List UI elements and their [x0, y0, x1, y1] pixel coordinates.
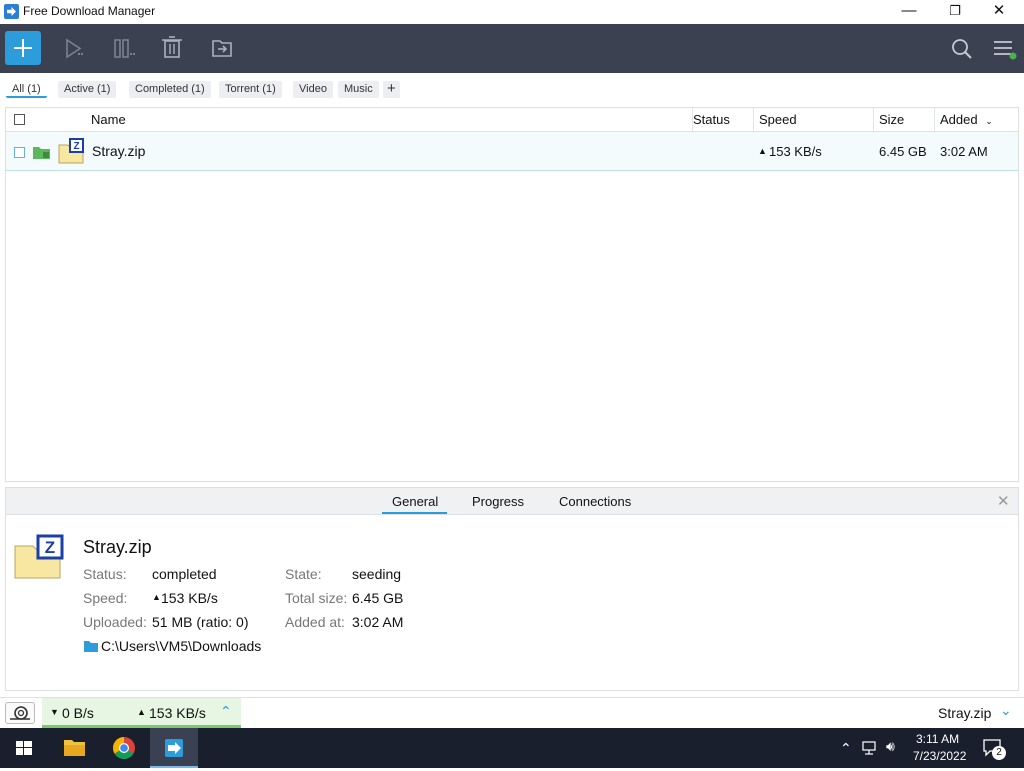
- close-button[interactable]: ✕: [976, 0, 1022, 24]
- window-title: Free Download Manager: [23, 4, 156, 18]
- current-file-name[interactable]: Stray.zip: [938, 705, 991, 721]
- taskbar-file-explorer[interactable]: [50, 728, 98, 768]
- chrome-icon: [113, 737, 135, 759]
- tab-completed[interactable]: Completed (1): [129, 81, 211, 98]
- volume-icon[interactable]: 🔊︎: [886, 738, 895, 755]
- restore-button[interactable]: ❐: [932, 0, 978, 24]
- close-details-icon[interactable]: ✕: [997, 492, 1010, 510]
- details-panel: General Progress Connections ✕ Z Stray.z…: [5, 487, 1019, 691]
- added-at-label: Added at:: [285, 614, 345, 630]
- row-name: Stray.zip: [92, 143, 146, 159]
- tab-progress[interactable]: Progress: [472, 494, 524, 509]
- upload-arrow-icon: ▲: [758, 146, 767, 156]
- search-button[interactable]: [940, 24, 984, 73]
- windows-logo-icon: [16, 741, 32, 755]
- column-speed[interactable]: Speed: [754, 108, 874, 131]
- snail-icon: [10, 706, 30, 720]
- download-path-link[interactable]: C:\Users\VM5\Downloads: [101, 638, 261, 654]
- notification-count-badge: 2: [992, 746, 1006, 760]
- added-at-value: 3:02 AM: [352, 614, 404, 630]
- zip-file-icon: Z: [58, 138, 84, 164]
- svg-text:Z: Z: [45, 538, 55, 557]
- tray-overflow-chevron-icon[interactable]: ⌃: [840, 740, 852, 757]
- tab-active[interactable]: Active (1): [58, 81, 117, 98]
- speed-label: Speed:: [83, 590, 128, 606]
- hamburger-menu-icon: [994, 41, 1017, 60]
- tab-music[interactable]: Music: [338, 81, 379, 98]
- pause-button[interactable]: [102, 24, 146, 73]
- uploaded-label: Uploaded:: [83, 614, 147, 630]
- play-icon: [66, 38, 83, 59]
- details-tabs: General Progress Connections ✕: [6, 488, 1018, 515]
- start-button[interactable]: [0, 728, 48, 768]
- tab-connections[interactable]: Connections: [559, 494, 631, 509]
- column-added[interactable]: Added ⌄: [935, 108, 1018, 131]
- zip-file-large-icon: Z: [14, 534, 64, 579]
- download-speed: 0 B/s: [62, 705, 94, 721]
- trash-icon: [162, 36, 182, 58]
- uploaded-value: 51 MB (ratio: 0): [152, 614, 249, 630]
- state-label: State:: [285, 566, 322, 582]
- filter-tabs: All (1) Active (1) Completed (1) Torrent…: [0, 73, 1024, 107]
- add-download-button[interactable]: [5, 31, 41, 65]
- title-bar: Free Download Manager — ❐ ✕: [0, 0, 1024, 24]
- column-added-label: Added: [940, 112, 978, 127]
- clock-time[interactable]: 3:11 AM: [916, 732, 959, 746]
- upload-speed-arrow-icon: ▲: [137, 707, 146, 717]
- status-bar: ▼ 0 B/s ▲ 153 KB/s ⌃ Stray.zip ⌄: [0, 697, 1024, 728]
- download-arrow-icon: ▼: [50, 707, 59, 717]
- total-size-value: 6.45 GB: [352, 590, 404, 606]
- taskbar-chrome[interactable]: [100, 728, 148, 768]
- delete-button[interactable]: [150, 24, 194, 73]
- pause-icon: [114, 39, 135, 58]
- active-tab-indicator: [382, 512, 447, 514]
- details-filename: Stray.zip: [83, 537, 152, 557]
- status-label: Status:: [83, 566, 127, 582]
- seeding-status-icon: [33, 147, 50, 159]
- table-row[interactable]: Z Stray.zip ▲ 153 KB/s 6.45 GB 3:02 AM: [6, 131, 1018, 171]
- minimize-button[interactable]: —: [886, 0, 932, 24]
- taskbar: ⌃ 🔊︎ 3:11 AM 7/23/2022 2: [0, 728, 1024, 768]
- row-added: 3:02 AM: [940, 144, 988, 159]
- search-icon: [952, 39, 972, 59]
- file-explorer-icon: [64, 740, 85, 756]
- app-logo-icon: [4, 4, 19, 19]
- select-all-checkbox[interactable]: [14, 114, 25, 125]
- notification-center-button[interactable]: 2: [982, 738, 1006, 760]
- upload-speed: 153 KB/s: [149, 705, 206, 721]
- tab-general[interactable]: General: [392, 494, 438, 509]
- fdm-app-icon: [165, 739, 183, 757]
- total-size-label: Total size:: [285, 590, 348, 606]
- folder-icon: [84, 641, 98, 652]
- column-size[interactable]: Size: [874, 108, 935, 131]
- state-value: seeding: [352, 566, 402, 582]
- clock-date[interactable]: 7/23/2022: [913, 749, 966, 763]
- tab-video[interactable]: Video: [293, 81, 333, 98]
- row-speed: 153 KB/s: [769, 144, 822, 159]
- sort-chevron-icon: ⌄: [985, 116, 993, 126]
- column-name[interactable]: Name: [86, 108, 693, 131]
- row-size: 6.45 GB: [879, 144, 927, 159]
- status-value: completed: [152, 566, 217, 582]
- file-dropdown-chevron-icon[interactable]: ⌄: [1000, 702, 1012, 719]
- tab-torrent[interactable]: Torrent (1): [219, 81, 282, 98]
- speed-indicator[interactable]: ▼ 0 B/s ▲ 153 KB/s ⌃: [42, 698, 241, 728]
- move-to-folder-button[interactable]: [200, 24, 244, 73]
- toolbar: [0, 24, 1024, 73]
- speed-mode-button[interactable]: [5, 702, 35, 724]
- tab-all[interactable]: All (1): [6, 81, 47, 98]
- expand-chevron-icon[interactable]: ⌃: [220, 703, 232, 720]
- add-filter-button[interactable]: +: [383, 81, 400, 98]
- network-icon[interactable]: [862, 740, 880, 756]
- downloads-table: Name Status Speed Size Added ⌄ Z Stray.z…: [5, 107, 1019, 482]
- row-checkbox[interactable]: [14, 147, 25, 158]
- svg-text:Z: Z: [73, 141, 79, 152]
- menu-button[interactable]: [984, 24, 1024, 73]
- resume-button[interactable]: [52, 24, 96, 73]
- taskbar-free-download-manager[interactable]: [150, 728, 198, 768]
- column-status[interactable]: Status: [688, 108, 754, 131]
- speed-upload-arrow-icon: ▲: [152, 592, 161, 602]
- folder-move-icon: [212, 40, 232, 57]
- speed-value: 153 KB/s: [161, 590, 218, 606]
